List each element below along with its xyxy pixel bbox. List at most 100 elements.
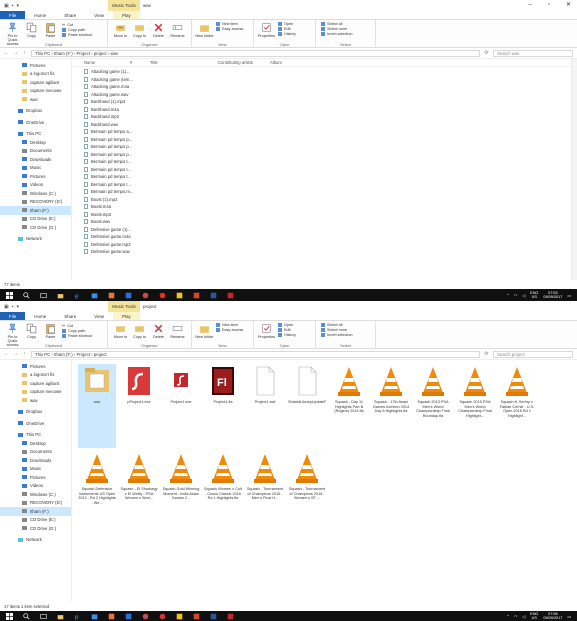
nav-item[interactable]: capture agiliant bbox=[0, 379, 71, 388]
grid-item[interactable]: Fl Project1.fla bbox=[204, 364, 242, 448]
nav-item[interactable]: Desktop bbox=[0, 138, 71, 147]
search-icon[interactable] bbox=[23, 612, 30, 620]
paste-shortcut-button[interactable]: Paste shortcut bbox=[62, 334, 92, 338]
store-icon[interactable] bbox=[91, 292, 98, 299]
grid-item[interactable]: Squash 2013 PSA Men's World Championship… bbox=[414, 364, 452, 448]
select-all-button[interactable]: Select all bbox=[321, 22, 353, 26]
up-arrow-icon[interactable]: ↑ bbox=[22, 50, 27, 56]
nav-item[interactable]: CD Drive (E:) bbox=[0, 516, 71, 525]
file-row[interactable]: Bermain pd tempo p... bbox=[72, 143, 577, 151]
nav-item[interactable]: CD Drive (G:) bbox=[0, 524, 71, 533]
nav-item[interactable]: CD Drive (G:) bbox=[0, 223, 71, 232]
app-icon-blue[interactable] bbox=[125, 292, 132, 299]
file-row[interactable]: Bermain pd tempo t... bbox=[72, 181, 577, 189]
tab-home[interactable]: Home bbox=[25, 312, 55, 320]
tab-play[interactable]: Play bbox=[112, 11, 140, 19]
rename-button[interactable]: Rename bbox=[168, 323, 187, 339]
file-row[interactable]: Defensive game.m4a bbox=[72, 233, 577, 241]
address-path[interactable]: This PC › Itham (F:) › Project › project… bbox=[31, 49, 480, 57]
edge-icon[interactable]: e bbox=[74, 292, 81, 299]
nav-item[interactable]: Desktop bbox=[0, 439, 71, 448]
word-icon[interactable] bbox=[210, 292, 217, 299]
nav-item[interactable]: capture mecowe bbox=[0, 388, 71, 397]
chevron-up-icon[interactable]: ^ bbox=[507, 293, 509, 297]
grid-item[interactable]: Squash - 17th Asian Games Incheon 2014 D… bbox=[372, 364, 410, 448]
easy-access-button[interactable]: Easy access bbox=[216, 328, 243, 332]
nav-item[interactable]: wav bbox=[0, 396, 71, 405]
grid-item[interactable]: Squash Gold Winning Moment - India Asian… bbox=[162, 451, 200, 535]
file-row[interactable]: Bermain pd tempo t... bbox=[72, 173, 577, 181]
edit-button[interactable]: Edit bbox=[278, 328, 296, 332]
move-to-button[interactable]: Move to bbox=[111, 323, 130, 339]
nav-item[interactable]: Network bbox=[0, 536, 71, 545]
windows-start-icon[interactable] bbox=[6, 612, 13, 620]
nav-item[interactable]: Music bbox=[0, 465, 71, 474]
paste-button[interactable]: Paste bbox=[41, 323, 60, 339]
volume-icon[interactable]: ◁ bbox=[522, 293, 525, 298]
nav-item[interactable]: This PC bbox=[0, 431, 71, 440]
search-input[interactable]: Search project bbox=[493, 350, 573, 358]
chevron-down-icon[interactable]: ▾ bbox=[17, 3, 20, 9]
file-row[interactable]: Bermain pd tempo t... bbox=[72, 158, 577, 166]
notification-icon[interactable]: ▭ bbox=[567, 614, 571, 619]
search-icon[interactable] bbox=[23, 291, 30, 299]
language-indicator[interactable]: ENG US bbox=[530, 291, 538, 300]
tab-share[interactable]: Share bbox=[55, 312, 85, 320]
volume-icon[interactable]: ◁ bbox=[522, 614, 525, 619]
word-icon[interactable] bbox=[210, 613, 217, 620]
app-icon-orange[interactable] bbox=[108, 613, 115, 620]
nav-item[interactable]: Network bbox=[0, 235, 71, 244]
refresh-icon[interactable]: ⟳ bbox=[484, 50, 489, 56]
edge-icon[interactable]: e bbox=[74, 613, 81, 620]
chrome-icon[interactable] bbox=[142, 292, 149, 299]
file-row[interactable]: Defensive game (1)... bbox=[72, 226, 577, 234]
forward-arrow-icon[interactable]: → bbox=[13, 50, 18, 56]
nav-item[interactable]: RECOVERY (D:) bbox=[0, 198, 71, 207]
chevron-down-icon[interactable]: ▾ bbox=[17, 304, 20, 310]
maximize-button[interactable]: ▫ bbox=[548, 0, 550, 11]
app-icon-blue[interactable] bbox=[125, 613, 132, 620]
column-number[interactable]: # bbox=[130, 60, 150, 65]
nav-item[interactable]: Videos bbox=[0, 482, 71, 491]
select-none-button[interactable]: Select none bbox=[321, 27, 353, 31]
nav-item[interactable]: a logoncrt fis bbox=[0, 371, 71, 380]
search-input[interactable]: Search wav bbox=[493, 49, 573, 57]
file-explorer-icon[interactable] bbox=[57, 292, 64, 299]
tab-view[interactable]: View bbox=[85, 11, 113, 19]
file-row[interactable]: Boost.mp3 bbox=[72, 211, 577, 219]
copy-path-button[interactable]: Copy path bbox=[62, 329, 92, 333]
refresh-icon[interactable]: ⟳ bbox=[484, 351, 489, 357]
grid-item[interactable]: wav bbox=[78, 364, 116, 448]
properties-button[interactable]: Properties bbox=[257, 22, 276, 38]
nav-item[interactable]: Videos bbox=[0, 181, 71, 190]
select-none-button[interactable]: Select none bbox=[321, 328, 353, 332]
delete-button[interactable]: Delete bbox=[149, 22, 168, 38]
file-row[interactable]: Attacking game.wav bbox=[72, 91, 577, 99]
task-view-icon[interactable] bbox=[40, 292, 47, 299]
nav-item[interactable]: a logoncrt fis bbox=[0, 70, 71, 79]
sticky-icon[interactable] bbox=[176, 613, 183, 620]
column-title[interactable]: Title bbox=[150, 60, 218, 65]
tab-file[interactable]: File bbox=[0, 11, 26, 19]
nav-item[interactable]: capture agiliant bbox=[0, 78, 71, 87]
file-row[interactable]: Backhand.m4a bbox=[72, 106, 577, 114]
folder-icon[interactable]: ▣ bbox=[4, 3, 9, 9]
clock[interactable]: 07:58 09/09/2017 bbox=[543, 612, 562, 621]
minimize-button[interactable]: – bbox=[528, 0, 531, 11]
vertical-scrollbar[interactable] bbox=[571, 59, 577, 280]
nav-item[interactable]: Documents bbox=[0, 147, 71, 156]
nav-item[interactable]: Itham (F:) bbox=[0, 206, 71, 215]
grid-item[interactable]: Squash Defensive Instruments US Open 201… bbox=[78, 451, 116, 535]
grid-item[interactable]: Project1.exe bbox=[162, 364, 200, 448]
history-button[interactable]: History bbox=[278, 333, 296, 337]
nav-item[interactable]: Dropbox bbox=[0, 107, 71, 116]
file-explorer-icon[interactable] bbox=[57, 613, 64, 620]
powerpoint-icon[interactable] bbox=[193, 613, 200, 620]
nav-item[interactable]: Pictures bbox=[0, 172, 71, 181]
nav-item[interactable]: CD Drive (E:) bbox=[0, 215, 71, 224]
save-icon[interactable]: ▪ bbox=[12, 3, 14, 9]
copy-to-button[interactable]: Copy to bbox=[130, 323, 149, 339]
store-icon[interactable] bbox=[91, 613, 98, 620]
rename-button[interactable]: Rename bbox=[168, 22, 187, 38]
invert-selection-button[interactable]: Invert selection bbox=[321, 32, 353, 36]
